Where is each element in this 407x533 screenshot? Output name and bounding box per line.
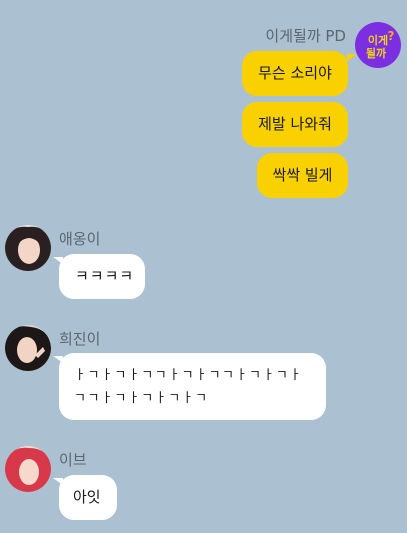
message-bubble[interactable]: 무슨 소리야 xyxy=(242,51,348,96)
message-bubble[interactable]: ㅏㄱㅏㄱㅏㄱㄱㅏㄱㅏㄱㄱㅏㄱㅏㄱㅏㄱㄱㅏㄱㅏㄱㅏㄱㅏㄱ xyxy=(59,353,326,420)
message-bubble[interactable]: 아잇 xyxy=(59,475,117,520)
sender-name: 애옹이 xyxy=(59,230,101,248)
bubble-tail xyxy=(347,54,357,61)
svg-text:될까: 될까 xyxy=(366,46,387,60)
sender-name: 이브 xyxy=(59,451,87,469)
avatar[interactable] xyxy=(5,325,51,371)
pd-avatar[interactable]: 이게 될까 ? xyxy=(355,22,401,68)
message-bubble[interactable]: 제발 나와줘 xyxy=(242,102,348,147)
sender-name-pd: 이게될까 PD xyxy=(265,27,346,45)
message-bubble[interactable]: ㅋㅋㅋㅋ xyxy=(59,254,145,299)
avatar[interactable] xyxy=(5,446,51,492)
pd-avatar-logo-text: 이게 xyxy=(368,33,388,47)
sender-name: 희진이 xyxy=(59,330,101,348)
svg-text:?: ? xyxy=(388,29,395,43)
avatar[interactable] xyxy=(5,225,51,271)
message-bubble[interactable]: 싹싹 빌게 xyxy=(257,153,348,198)
